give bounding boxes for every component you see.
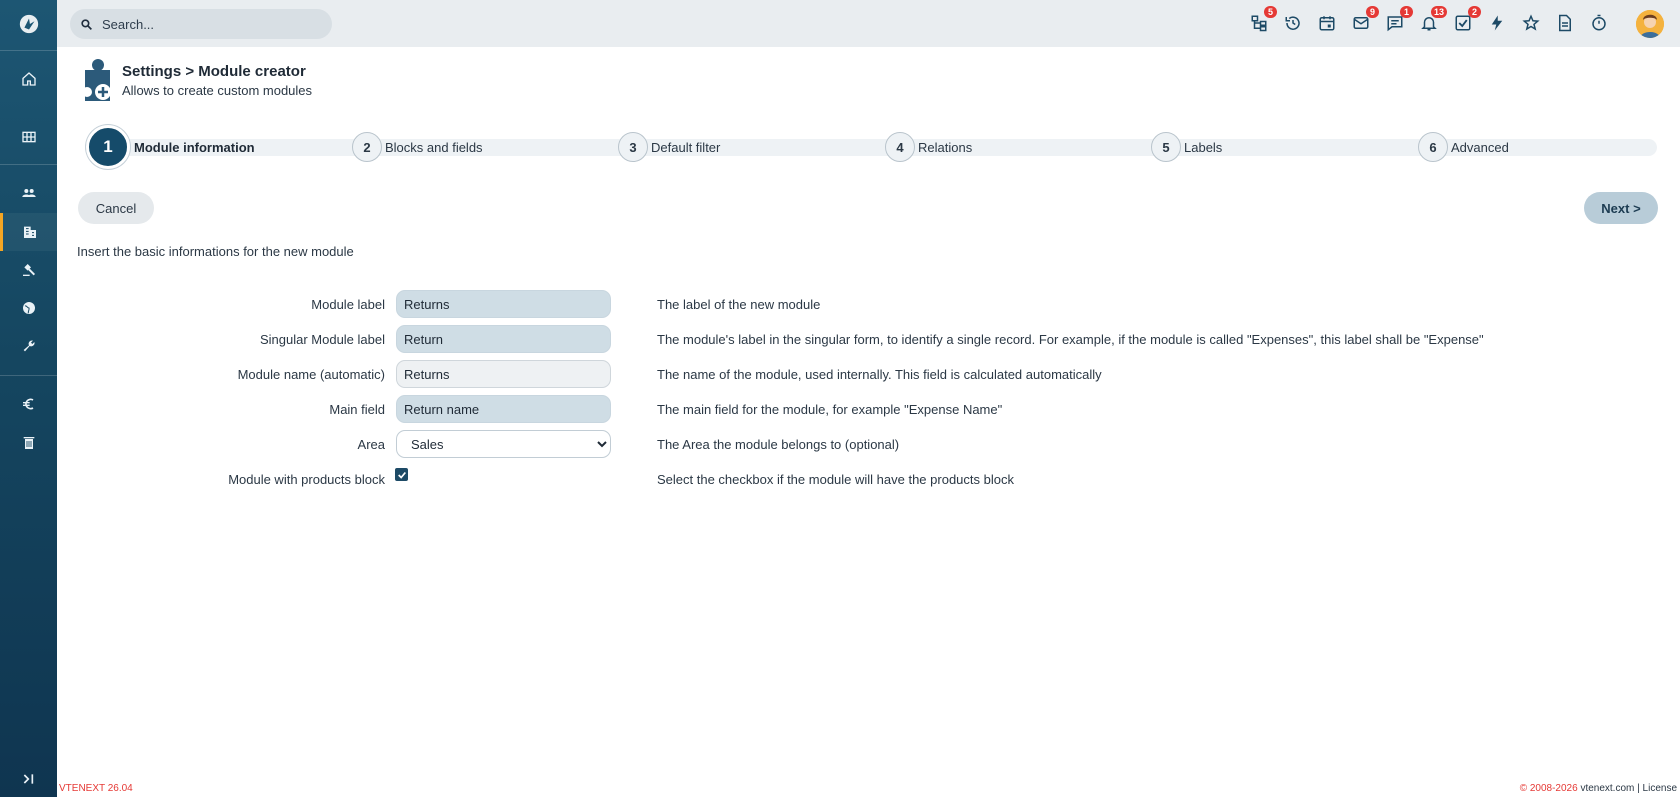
- tasks-icon[interactable]: 2: [1451, 6, 1481, 35]
- topbar: 5 9 1 13 2: [57, 0, 1680, 47]
- mail-icon[interactable]: 9: [1349, 6, 1379, 35]
- expand-sidebar-icon[interactable]: [0, 760, 57, 798]
- site-link[interactable]: vtenext.com: [1580, 783, 1634, 794]
- copyright-text: © 2008-2026: [1519, 783, 1578, 794]
- page-title: Settings > Module creator: [122, 63, 306, 80]
- notification-badge: 9: [1366, 6, 1379, 18]
- form-row-area: Area Sales The Area the module belongs t…: [0, 430, 1680, 458]
- step-label: Module information: [134, 139, 255, 155]
- intro-text: Insert the basic informations for the ne…: [77, 244, 354, 259]
- star-icon[interactable]: [1519, 11, 1543, 35]
- avatar[interactable]: [1636, 10, 1664, 38]
- notification-badge: 5: [1264, 6, 1277, 18]
- notification-badge: 13: [1430, 6, 1447, 18]
- search-box[interactable]: [70, 9, 332, 39]
- bell-icon[interactable]: 13: [1417, 6, 1447, 35]
- field-description: The module's label in the singular form,…: [657, 332, 1484, 347]
- process-tree-icon[interactable]: 5: [1247, 6, 1277, 35]
- step-label: Blocks and fields: [385, 139, 483, 155]
- step-label: Default filter: [651, 139, 721, 155]
- history-icon[interactable]: [1281, 11, 1305, 35]
- step-label: Advanced: [1451, 139, 1509, 155]
- step-number: 4: [885, 132, 915, 162]
- cancel-button[interactable]: Cancel: [78, 192, 154, 224]
- main-field-input[interactable]: [396, 395, 611, 423]
- module-name-input[interactable]: [396, 360, 611, 388]
- field-description: Select the checkbox if the module will h…: [657, 472, 1014, 487]
- footer-separator: |: [1637, 783, 1640, 794]
- version-label: VTENEXT 26.04: [59, 783, 133, 794]
- app-logo-icon[interactable]: [0, 4, 57, 44]
- gavel-icon[interactable]: [0, 251, 57, 289]
- chat-icon[interactable]: 1: [1383, 6, 1413, 35]
- singular-label-input[interactable]: [396, 325, 611, 353]
- notification-badge: 2: [1468, 6, 1481, 18]
- field-label: Area: [357, 437, 385, 452]
- step-default-filter[interactable]: 3 Default filter: [618, 130, 720, 164]
- calendar-icon[interactable]: [1315, 11, 1339, 35]
- field-description: The label of the new module: [657, 297, 821, 312]
- step-labels[interactable]: 5 Labels: [1151, 130, 1222, 164]
- document-icon[interactable]: [1553, 11, 1577, 35]
- step-number: 3: [618, 132, 648, 162]
- checkmark-icon: [397, 471, 406, 479]
- field-label: Module with products block: [228, 472, 385, 487]
- module-label-input[interactable]: [396, 290, 611, 318]
- page-subtitle: Allows to create custom modules: [122, 83, 313, 98]
- form-row-module-label: Module label The label of the new module: [0, 290, 1680, 318]
- timer-icon[interactable]: [1587, 11, 1611, 35]
- step-module-information[interactable]: 1 Module information: [86, 125, 255, 169]
- area-select[interactable]: Sales: [396, 430, 611, 458]
- search-input[interactable]: [102, 16, 312, 32]
- step-number: 1: [86, 125, 130, 169]
- module-puzzle-icon: [82, 59, 111, 101]
- step-number: 2: [352, 132, 382, 162]
- field-label: Singular Module label: [259, 332, 385, 347]
- field-description: The main field for the module, for examp…: [657, 402, 1003, 417]
- form-row-products-block: Module with products block Select the ch…: [0, 465, 1680, 493]
- footer-links: © 2008-2026 vtenext.com | License: [1520, 783, 1677, 794]
- form-row-singular-label: Singular Module label The module's label…: [0, 325, 1680, 353]
- step-number: 5: [1151, 132, 1181, 162]
- products-block-checkbox[interactable]: [395, 468, 408, 481]
- step-advanced[interactable]: 6 Advanced: [1418, 130, 1509, 164]
- step-blocks-and-fields[interactable]: 2 Blocks and fields: [352, 130, 483, 164]
- field-label: Main field: [329, 402, 385, 417]
- step-label: Labels: [1184, 139, 1223, 155]
- search-icon: [81, 18, 92, 30]
- home-icon[interactable]: [0, 60, 57, 98]
- license-link[interactable]: License: [1643, 783, 1677, 794]
- step-number: 6: [1418, 132, 1448, 162]
- step-label: Relations: [918, 139, 973, 155]
- notification-badge: 1: [1400, 6, 1413, 18]
- lightning-icon[interactable]: [1485, 11, 1509, 35]
- contacts-icon[interactable]: [0, 174, 57, 212]
- grid-icon[interactable]: [0, 118, 57, 156]
- field-label: Module name (automatic): [237, 367, 385, 382]
- next-button[interactable]: Next >: [1584, 192, 1658, 224]
- field-description: The Area the module belongs to (optional…: [657, 437, 900, 452]
- field-description: The name of the module, used internally.…: [657, 367, 1102, 382]
- step-relations[interactable]: 4 Relations: [885, 130, 972, 164]
- form-row-main-field: Main field The main field for the module…: [0, 395, 1680, 423]
- field-label: Module label: [311, 297, 385, 312]
- form-row-module-name: Module name (automatic) The name of the …: [0, 360, 1680, 388]
- company-icon[interactable]: [0, 213, 57, 251]
